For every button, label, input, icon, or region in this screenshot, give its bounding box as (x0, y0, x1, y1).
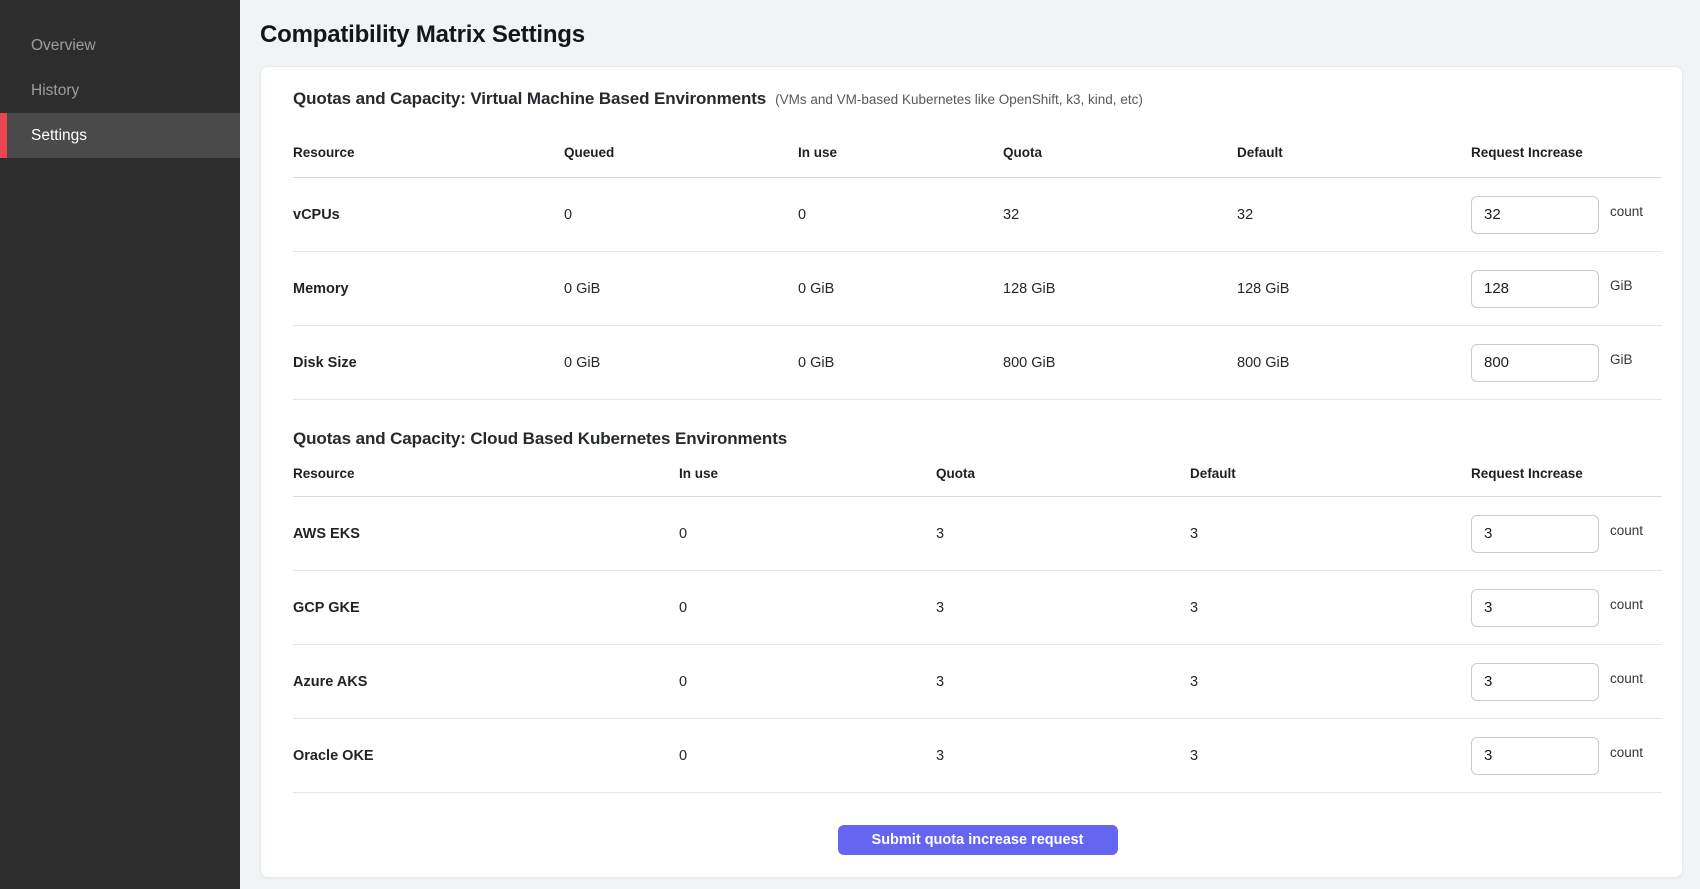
vm-section-subtitle: (VMs and VM-based Kubernetes like OpenSh… (775, 92, 1143, 107)
cloud-col-default: Default (1190, 466, 1471, 481)
default-value: 3 (1190, 674, 1471, 690)
cloud-section-title: Quotas and Capacity: Cloud Based Kuberne… (293, 427, 787, 451)
default-value: 800 GiB (1237, 355, 1471, 371)
main-content: Compatibility Matrix Settings Quotas and… (240, 0, 1700, 889)
default-value: 3 (1190, 526, 1471, 542)
unit-label: count (1610, 597, 1643, 612)
gcp-gke-request-increase-input[interactable] (1471, 589, 1599, 627)
vm-section-title: Quotas and Capacity: Virtual Machine Bas… (293, 87, 766, 111)
memory-request-increase-input[interactable] (1471, 270, 1599, 308)
vm-col-resource: Resource (293, 145, 564, 160)
resource-name: Disk Size (293, 355, 564, 371)
quota-value: 3 (936, 526, 1190, 542)
resource-name: Azure AKS (293, 674, 679, 690)
in-use-value: 0 (679, 526, 936, 542)
quota-value: 128 GiB (1003, 281, 1237, 297)
vm-col-quota: Quota (1003, 145, 1237, 160)
queued-value: 0 (564, 207, 798, 223)
cloud-table-header: Resource In use Quota Default Request In… (293, 451, 1662, 497)
submit-quota-increase-button[interactable]: Submit quota increase request (838, 825, 1118, 855)
queued-value: 0 GiB (564, 355, 798, 371)
card-footer: Submit quota increase request (293, 793, 1662, 855)
vm-table-header: Resource Queued In use Quota Default Req… (293, 111, 1662, 178)
table-row-azure-aks: Azure AKS 0 3 3 count (293, 645, 1662, 719)
resource-name: Oracle OKE (293, 748, 679, 764)
cloud-col-quota: Quota (936, 466, 1190, 481)
unit-label: count (1610, 745, 1643, 760)
in-use-value: 0 (679, 674, 936, 690)
in-use-value: 0 (679, 600, 936, 616)
vm-col-request-increase: Request Increase (1471, 145, 1662, 160)
sidebar-item-settings[interactable]: Settings (0, 113, 240, 158)
disk-size-request-increase-input[interactable] (1471, 344, 1599, 382)
resource-name: Memory (293, 281, 564, 297)
in-use-value: 0 GiB (798, 355, 1003, 371)
sidebar: Overview History Settings (0, 0, 240, 889)
quota-value: 3 (936, 674, 1190, 690)
unit-label: GiB (1610, 352, 1633, 367)
default-value: 32 (1237, 207, 1471, 223)
table-row-oracle-oke: Oracle OKE 0 3 3 count (293, 719, 1662, 793)
default-value: 3 (1190, 748, 1471, 764)
in-use-value: 0 GiB (798, 281, 1003, 297)
cloud-col-request-increase: Request Increase (1471, 466, 1662, 481)
sidebar-item-overview[interactable]: Overview (0, 23, 240, 68)
page-title: Compatibility Matrix Settings (260, 21, 1683, 49)
table-row-gcp-gke: GCP GKE 0 3 3 count (293, 571, 1662, 645)
in-use-value: 0 (798, 207, 1003, 223)
vm-col-default: Default (1237, 145, 1471, 160)
settings-card: Quotas and Capacity: Virtual Machine Bas… (260, 66, 1683, 878)
vm-col-queued: Queued (564, 145, 798, 160)
cloud-col-resource: Resource (293, 466, 679, 481)
quota-value: 3 (936, 748, 1190, 764)
aws-eks-request-increase-input[interactable] (1471, 515, 1599, 553)
cloud-col-in-use: In use (679, 466, 936, 481)
unit-label: GiB (1610, 278, 1633, 293)
sidebar-item-history[interactable]: History (0, 68, 240, 113)
table-row-memory: Memory 0 GiB 0 GiB 128 GiB 128 GiB GiB (293, 252, 1662, 326)
default-value: 128 GiB (1237, 281, 1471, 297)
default-value: 3 (1190, 600, 1471, 616)
oracle-oke-request-increase-input[interactable] (1471, 737, 1599, 775)
queued-value: 0 GiB (564, 281, 798, 297)
resource-name: AWS EKS (293, 526, 679, 542)
vm-col-in-use: In use (798, 145, 1003, 160)
unit-label: count (1610, 204, 1643, 219)
quota-value: 32 (1003, 207, 1237, 223)
quota-value: 800 GiB (1003, 355, 1237, 371)
unit-label: count (1610, 523, 1643, 538)
table-row-vcpus: vCPUs 0 0 32 32 count (293, 178, 1662, 252)
table-row-aws-eks: AWS EKS 0 3 3 count (293, 497, 1662, 571)
in-use-value: 0 (679, 748, 936, 764)
resource-name: vCPUs (293, 207, 564, 223)
resource-name: GCP GKE (293, 600, 679, 616)
unit-label: count (1610, 671, 1643, 686)
vm-section-header: Quotas and Capacity: Virtual Machine Bas… (293, 67, 1662, 111)
azure-aks-request-increase-input[interactable] (1471, 663, 1599, 701)
vcpus-request-increase-input[interactable] (1471, 196, 1599, 234)
quota-value: 3 (936, 600, 1190, 616)
cloud-section-header: Quotas and Capacity: Cloud Based Kuberne… (293, 400, 1662, 451)
table-row-disk-size: Disk Size 0 GiB 0 GiB 800 GiB 800 GiB Gi… (293, 326, 1662, 400)
